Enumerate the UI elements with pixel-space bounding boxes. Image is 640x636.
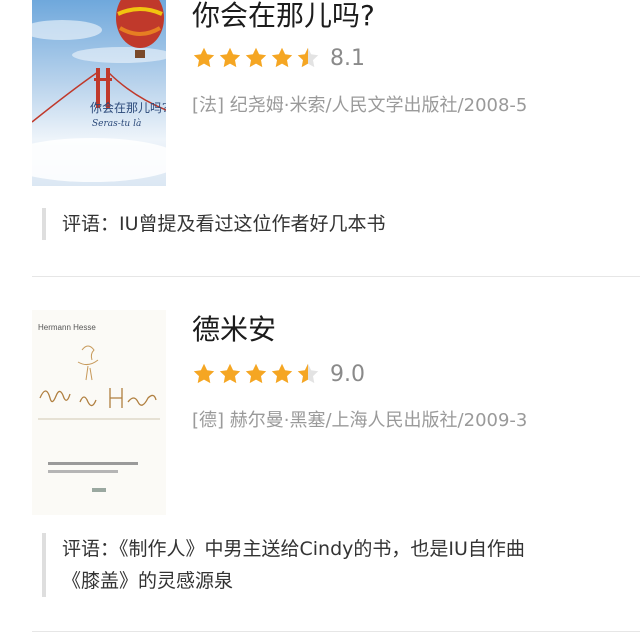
book-comment-2: 评语：《制作人》中男主送给Cindy的书，也是IU自作曲 《膝盖》的灵感源泉	[42, 533, 622, 597]
star-icon	[245, 47, 267, 68]
cover-image-1: 你会在那儿吗? Seras-tu là	[32, 0, 166, 186]
rating-stars-2	[192, 362, 320, 386]
rating-row-2: 9.0	[192, 359, 365, 389]
comment-text-1: 评语：IU曾提及看过这位作者好几本书	[62, 213, 386, 235]
cover-subtitle-1: Seras-tu là	[92, 118, 141, 129]
half-star-icon	[297, 363, 319, 384]
book-meta-2: [德] 赫尔曼·黑塞/上海人民出版社/2009-3	[192, 410, 528, 431]
divider-2	[32, 631, 640, 632]
star-icon	[219, 363, 241, 384]
book-title-1[interactable]: 你会在那儿吗?	[192, 2, 375, 30]
book-item-1[interactable]: 你会在那儿吗? Seras-tu là 你会在那儿吗? 8.1 [法] 纪尧姆·…	[0, 0, 640, 276]
comment-line-2b: 《膝盖》的灵感源泉	[62, 570, 234, 592]
cover-title-1: 你会在那儿吗?	[90, 101, 166, 115]
book-meta-1: [法] 纪尧姆·米索/人民文学出版社/2008-5	[192, 95, 528, 116]
book-comment-1: 评语：IU曾提及看过这位作者好几本书	[42, 208, 622, 240]
cover-image-2: Hermann Hesse	[32, 310, 166, 515]
book-item-2[interactable]: Hermann Hesse 德米安 9.0 [德] 赫尔曼·黑塞/上海人民出版社…	[0, 277, 640, 636]
cover-author-2: Hermann Hesse	[38, 323, 96, 332]
rating-stars-1	[192, 46, 320, 70]
rating-score-1: 8.1	[330, 45, 365, 71]
star-icon	[193, 47, 215, 68]
book-cover-1[interactable]: 你会在那儿吗? Seras-tu là	[32, 0, 166, 186]
comment-line-2a: 评语：《制作人》中男主送给Cindy的书，也是IU自作曲	[62, 538, 525, 560]
star-icon	[245, 363, 267, 384]
star-icon	[193, 363, 215, 384]
rating-row-1: 8.1	[192, 43, 365, 73]
star-icon	[271, 47, 293, 68]
half-star-icon	[297, 47, 319, 68]
star-icon	[219, 47, 241, 68]
book-cover-2[interactable]: Hermann Hesse	[32, 310, 166, 515]
rating-score-2: 9.0	[330, 361, 365, 387]
star-icon	[271, 363, 293, 384]
book-title-2[interactable]: 德米安	[192, 316, 276, 344]
